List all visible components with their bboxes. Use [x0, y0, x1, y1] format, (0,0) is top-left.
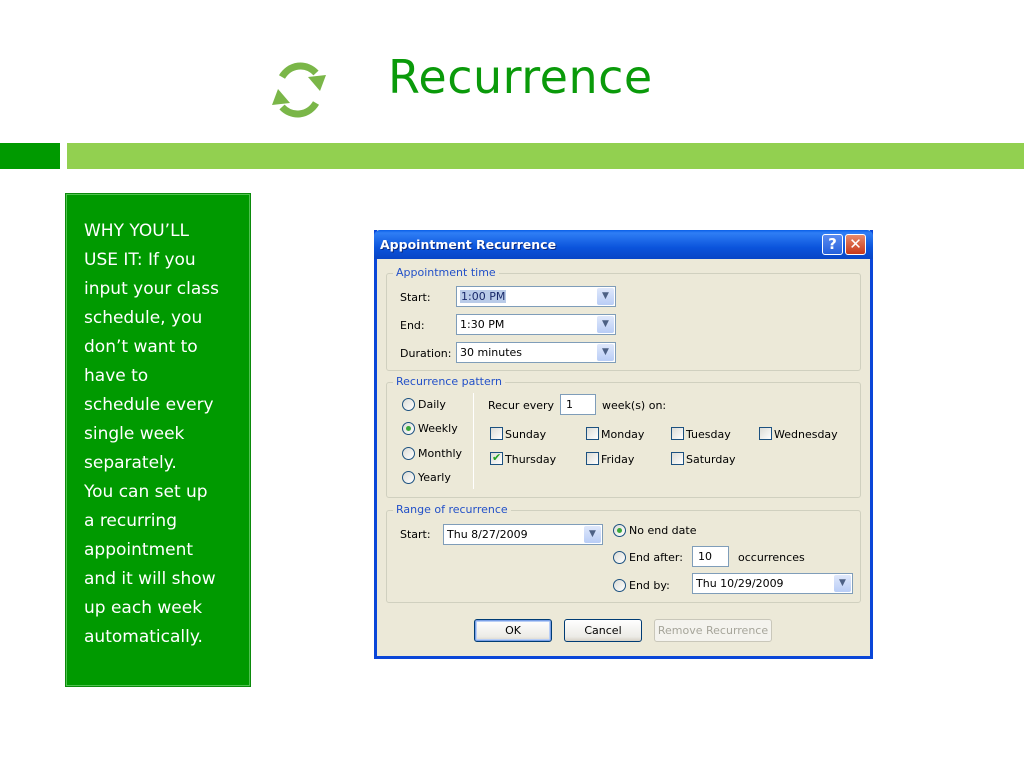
end-after-value: 10 — [698, 550, 712, 563]
recurrence-cycle-icon — [272, 62, 326, 118]
recur-every-label: Recur every — [488, 399, 555, 412]
end-time-value: 1:30 PM — [460, 318, 505, 331]
why-box-text: WHY YOU’LL USE IT: If you input your cla… — [84, 221, 219, 647]
radio-end-after-label: End after: — [629, 551, 683, 564]
help-icon: ? — [828, 235, 837, 253]
occurrences-label: occurrences — [738, 551, 805, 564]
radio-no-end-date-circle[interactable] — [613, 524, 626, 537]
end-by-value: Thu 10/29/2009 — [696, 577, 784, 590]
appointment-time-group: Appointment time Start: 1:00 PM ▼ End: 1… — [386, 266, 861, 371]
radio-end-after-circle[interactable] — [613, 551, 626, 564]
ok-button[interactable]: OK — [474, 619, 552, 642]
weeks-on-label: week(s) on: — [602, 399, 667, 412]
checkbox-friday-label: Friday — [601, 453, 635, 466]
cancel-button[interactable]: Cancel — [564, 619, 642, 642]
radio-daily-circle[interactable] — [402, 398, 415, 411]
checkbox-wednesday-box[interactable] — [759, 427, 772, 440]
checkbox-monday-box[interactable] — [586, 427, 599, 440]
recur-every-value: 1 — [566, 398, 573, 411]
close-icon: ✕ — [849, 235, 862, 253]
help-button[interactable]: ? — [822, 234, 843, 255]
start-time-combo[interactable]: 1:00 PM ▼ — [456, 286, 616, 307]
header-bar-light — [67, 143, 1024, 169]
remove-recurrence-button[interactable]: Remove Recurrence — [654, 619, 772, 642]
end-time-combo[interactable]: 1:30 PM ▼ — [456, 314, 616, 335]
range-legend: Range of recurrence — [393, 503, 511, 516]
why-you-will-use-it-box: WHY YOU’LL USE IT: If you input your cla… — [65, 193, 251, 687]
start-time-value: 1:00 PM — [460, 290, 507, 303]
dialog-title: Appointment Recurrence — [380, 237, 557, 252]
recur-every-input[interactable]: 1 — [560, 394, 596, 415]
end-by-combo[interactable]: Thu 10/29/2009 ▼ — [692, 573, 853, 594]
range-start-combo[interactable]: Thu 8/27/2009 ▼ — [443, 524, 603, 545]
radio-daily-label: Daily — [418, 398, 446, 411]
end-time-label: End: — [400, 319, 425, 332]
pattern-separator — [473, 393, 474, 489]
radio-weekly-circle[interactable] — [402, 422, 415, 435]
end-after-input[interactable]: 10 — [692, 546, 729, 567]
range-start-label: Start: — [400, 528, 431, 541]
checkbox-thursday-label: Thursday — [505, 453, 557, 466]
recurrence-pattern-group: Recurrence pattern Daily Weekly Monthly … — [386, 375, 861, 498]
chevron-down-icon[interactable]: ▼ — [597, 316, 614, 333]
radio-yearly-label: Yearly — [418, 471, 451, 484]
radio-end-by-circle[interactable] — [613, 579, 626, 592]
radio-yearly-circle[interactable] — [402, 471, 415, 484]
radio-monthly-label: Monthly — [418, 447, 463, 460]
radio-weekly-label: Weekly — [418, 422, 458, 435]
chevron-down-icon[interactable]: ▼ — [597, 344, 614, 361]
checkbox-tuesday-box[interactable] — [671, 427, 684, 440]
range-start-value: Thu 8/27/2009 — [447, 528, 528, 541]
appointment-recurrence-dialog: Appointment Recurrence ? ✕ Appointment t… — [374, 230, 873, 659]
slide-title: Recurrence — [388, 50, 653, 104]
duration-label: Duration: — [400, 347, 452, 360]
radio-end-by-label: End by: — [629, 579, 670, 592]
header-bar-dark — [0, 143, 60, 169]
checkbox-saturday-label: Saturday — [686, 453, 736, 466]
checkbox-thursday-box[interactable] — [490, 451, 503, 465]
recurrence-pattern-legend: Recurrence pattern — [393, 375, 506, 388]
dialog-titlebar[interactable]: Appointment Recurrence ? ✕ — [374, 230, 873, 259]
chevron-down-icon[interactable]: ▼ — [584, 526, 601, 543]
checkbox-saturday-box[interactable] — [671, 452, 684, 465]
checkbox-monday-label: Monday — [601, 428, 645, 441]
radio-monthly-circle[interactable] — [402, 447, 415, 460]
close-button[interactable]: ✕ — [845, 234, 866, 255]
start-time-label: Start: — [400, 291, 431, 304]
chevron-down-icon[interactable]: ▼ — [834, 575, 851, 592]
checkbox-friday-box[interactable] — [586, 452, 599, 465]
checkbox-tuesday-label: Tuesday — [686, 428, 731, 441]
appointment-time-legend: Appointment time — [393, 266, 499, 279]
duration-combo[interactable]: 30 minutes ▼ — [456, 342, 616, 363]
checkbox-sunday-box[interactable] — [490, 427, 503, 440]
checkbox-wednesday-label: Wednesday — [774, 428, 838, 441]
chevron-down-icon[interactable]: ▼ — [597, 288, 614, 305]
checkbox-sunday-label: Sunday — [505, 428, 547, 441]
radio-no-end-date-label: No end date — [629, 524, 697, 537]
duration-value: 30 minutes — [460, 346, 523, 359]
range-of-recurrence-group: Range of recurrence Start: Thu 8/27/2009… — [386, 503, 861, 603]
